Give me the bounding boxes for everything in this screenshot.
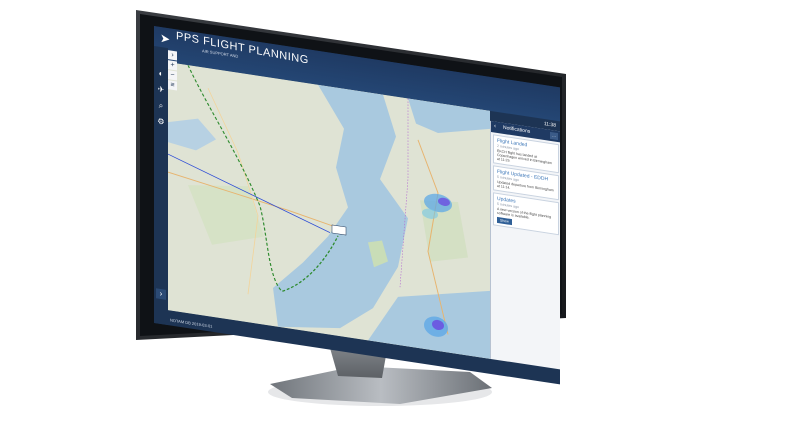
clock: 11:38 (543, 120, 556, 129)
map-canvas (168, 62, 490, 359)
left-toolbar: ◐ ✈ ⌕ ⚙ › (154, 46, 168, 326)
collapse-sidebar-button[interactable]: › (168, 50, 177, 61)
app-logo-icon: ➤ (160, 30, 171, 47)
zoom-in-button[interactable]: + (168, 60, 177, 71)
show-update-button[interactable]: Show (497, 216, 512, 226)
screen: ➤ PPS FLIGHT PLANNING AIR SUPPORT AND ◐ … (154, 26, 560, 385)
map-view[interactable] (168, 62, 490, 359)
settings-icon[interactable]: ⚙ (156, 116, 166, 128)
back-icon[interactable]: ‹ (494, 121, 496, 132)
layers-button[interactable]: ≡ (168, 80, 177, 91)
monitor-scene: DELL ➤ PPS FLIGHT PLANNING AIR SUPPORT A… (0, 0, 800, 426)
notifications-panel: ‹ Notifications ··· Flight Landed 2 minu… (490, 120, 560, 370)
airplane-icon[interactable]: ✈ (156, 84, 166, 96)
zoom-out-button[interactable]: − (168, 70, 177, 81)
expand-panel-button[interactable]: › (156, 288, 166, 300)
menu-icon[interactable]: ··· (550, 131, 558, 141)
map-tools: › + − ≡ (168, 50, 178, 92)
search-icon[interactable]: ⌕ (156, 100, 166, 112)
notifications-title: Notifications (503, 124, 531, 135)
weather-icon[interactable]: ◐ (156, 68, 166, 80)
